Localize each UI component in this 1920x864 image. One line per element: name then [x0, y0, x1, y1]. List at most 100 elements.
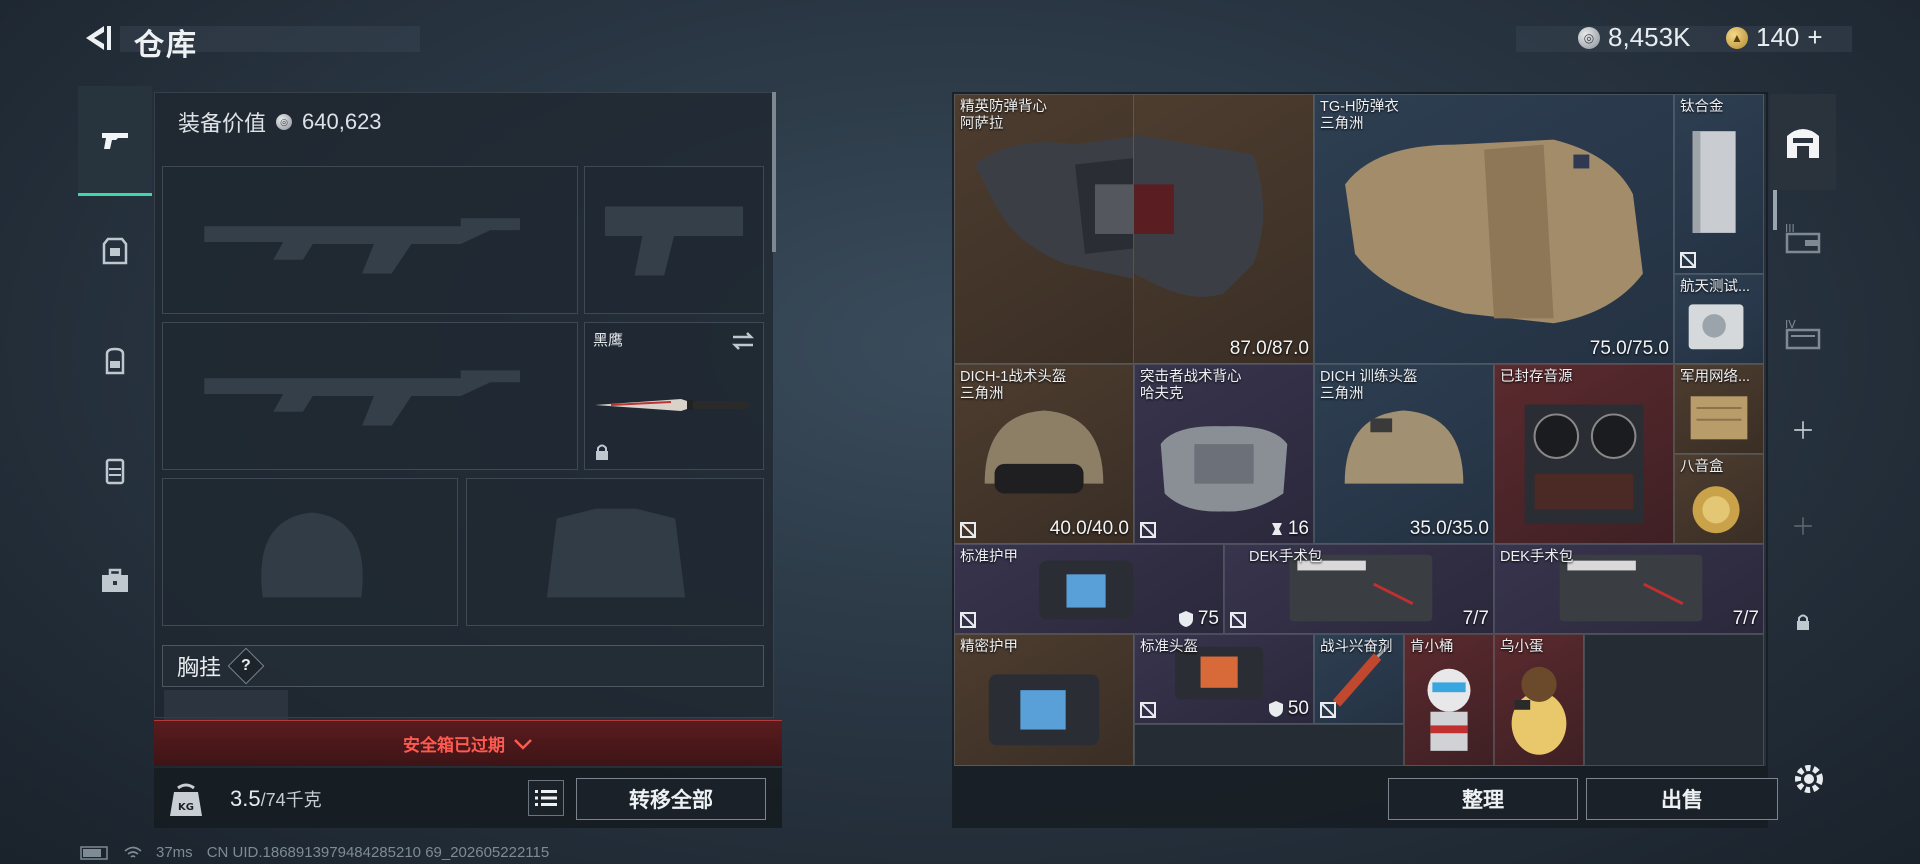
grid-item[interactable]: 肯小桶: [1404, 634, 1494, 766]
list-view-button[interactable]: [528, 780, 564, 816]
briefcase-icon: [102, 568, 128, 592]
sell-button[interactable]: 出售: [1586, 778, 1778, 820]
grid-item[interactable]: DEK手术包 7/7: [1224, 544, 1494, 634]
item-name: 已封存音源: [1500, 369, 1573, 385]
no-trade-icon: [1320, 702, 1336, 718]
item-name: 乌小蛋: [1500, 639, 1544, 655]
swap-icon[interactable]: [731, 331, 755, 351]
transfer-all-button[interactable]: 转移全部: [576, 778, 766, 820]
tab-weapons[interactable]: [78, 86, 152, 196]
weight-icon: KG: [170, 783, 202, 816]
capacity-icon: [1271, 523, 1282, 535]
plus-icon: [1794, 517, 1812, 535]
chest-rig-slot-preview[interactable]: [164, 690, 288, 720]
empty-grid-cell[interactable]: [1584, 634, 1764, 766]
melee-slot[interactable]: 黑鹰: [584, 322, 764, 470]
grid-item[interactable]: 已封存音源: [1494, 364, 1674, 544]
pistol-silhouette-icon: [604, 206, 744, 276]
tab-rig[interactable]: [78, 416, 152, 526]
silver-coin-icon: ◎: [1578, 26, 1600, 49]
body-armor-slot[interactable]: [466, 478, 764, 626]
safe-box-banner[interactable]: 安全箱已过期: [154, 720, 782, 766]
gear-icon[interactable]: [1790, 760, 1828, 798]
no-trade-icon: [1230, 612, 1246, 628]
gold-currency[interactable]: ▲ 140 +: [1726, 22, 1823, 53]
sidearm-slot[interactable]: [584, 166, 764, 314]
sort-button[interactable]: 整理: [1388, 778, 1578, 820]
helmet-slot[interactable]: [162, 478, 458, 626]
tab-storage-1[interactable]: [1770, 94, 1836, 190]
primary-weapon-slot[interactable]: [162, 166, 578, 314]
list-icon: [535, 790, 557, 806]
item-name: DICH-1战术头盔 三角洲: [960, 369, 1067, 402]
grid-item[interactable]: 精密护甲: [954, 634, 1134, 766]
tab-armor[interactable]: [78, 196, 152, 306]
tab-backpack[interactable]: [78, 306, 152, 416]
armor-silhouette-icon: [546, 508, 686, 598]
tab-locked-storage[interactable]: [1770, 574, 1836, 670]
grid-item[interactable]: TG-H防弹衣 三角洲 75.0/75.0: [1314, 94, 1674, 364]
secondary-weapon-slot[interactable]: [162, 322, 578, 470]
tape-recorder-icon: [1524, 404, 1644, 524]
tab-add-storage-disabled[interactable]: [1770, 478, 1836, 574]
tab-storage-3[interactable]: III: [1770, 190, 1836, 286]
grid-item[interactable]: 标准护甲 75: [954, 544, 1224, 634]
help-icon[interactable]: ?: [227, 647, 265, 685]
grid-item[interactable]: DICH 训练头盔 三角洲 35.0/35.0: [1314, 364, 1494, 544]
ping-value: 37ms: [156, 844, 193, 861]
gold-coin-icon: ▲: [1726, 26, 1748, 49]
plus-icon: [1794, 421, 1812, 439]
grid-item[interactable]: 军用网络...: [1674, 364, 1764, 454]
left-nav: [78, 86, 152, 688]
item-uses: 7/7: [1462, 608, 1489, 629]
item-name: DEK手术包: [1500, 549, 1574, 565]
chest-rig-row[interactable]: 胸挂 ?: [162, 645, 764, 687]
carry-weight: 3.5/74千克: [230, 786, 322, 812]
equipment-value: 装备价值 ◎ 640,623: [178, 106, 382, 138]
empty-grid-cell[interactable]: [1134, 724, 1404, 766]
grid-item[interactable]: 标准头盔 50: [1134, 634, 1314, 724]
backpack-icon: [105, 347, 125, 375]
back-arrow-icon[interactable]: [78, 20, 114, 56]
equip-value-amount: 640,623: [302, 109, 382, 134]
item-durability: 35.0/35.0: [1409, 518, 1489, 539]
grid-item[interactable]: 乌小蛋: [1494, 634, 1584, 766]
no-trade-icon: [1140, 702, 1156, 718]
grid-item[interactable]: 钛合金: [1674, 94, 1764, 274]
tab-storage-4[interactable]: IV: [1770, 286, 1836, 382]
item-name: 战斗兴奋剂: [1320, 639, 1393, 655]
grid-item[interactable]: DICH-1战术头盔 三角洲 40.0/40.0: [954, 364, 1134, 544]
item-protection: 50: [1268, 698, 1309, 720]
equip-value-label: 装备价值: [178, 111, 267, 136]
silver-currency: ◎ 8,453K: [1578, 22, 1690, 53]
no-trade-icon: [1140, 522, 1156, 538]
item-uses: 7/7: [1732, 608, 1759, 629]
titanium-icon: [1692, 131, 1736, 233]
tab-add-storage[interactable]: [1770, 382, 1836, 478]
item-name: 军用网络...: [1680, 369, 1751, 385]
vest-icon: [1134, 134, 1264, 297]
armor-icon: [102, 237, 128, 265]
tab-case[interactable]: [78, 526, 152, 636]
silver-amount: 8,453K: [1608, 22, 1691, 52]
grid-item[interactable]: 87.0/87.0: [1134, 94, 1314, 364]
chevron-down-icon: [514, 738, 532, 750]
gold-add-icon[interactable]: +: [1807, 22, 1822, 53]
loadout-scrollbar[interactable]: [772, 92, 776, 252]
item-name: 突击者战术背心 哈夫克: [1140, 369, 1242, 402]
no-trade-icon: [960, 612, 976, 628]
item-name: 精密护甲: [960, 639, 1018, 655]
shield-icon: [1178, 611, 1193, 627]
grid-item[interactable]: 航天测试...: [1674, 274, 1764, 364]
no-trade-icon: [960, 522, 976, 538]
item-capacity: 16: [1270, 518, 1309, 540]
grid-item[interactable]: 精英防弹背心 阿萨拉: [954, 94, 1134, 364]
grid-item[interactable]: DEK手术包 7/7: [1494, 544, 1764, 634]
knife-name: 黑鹰: [593, 332, 624, 349]
grid-item[interactable]: 突击者战术背心 哈夫克 16: [1134, 364, 1314, 544]
chest-rig-label: 胸挂: [177, 655, 222, 680]
grid-item[interactable]: 八音盒: [1674, 454, 1764, 544]
item-durability: 40.0/40.0: [1049, 518, 1129, 539]
grid-item[interactable]: 战斗兴奋剂: [1314, 634, 1404, 724]
item-name: 标准护甲: [960, 549, 1018, 565]
